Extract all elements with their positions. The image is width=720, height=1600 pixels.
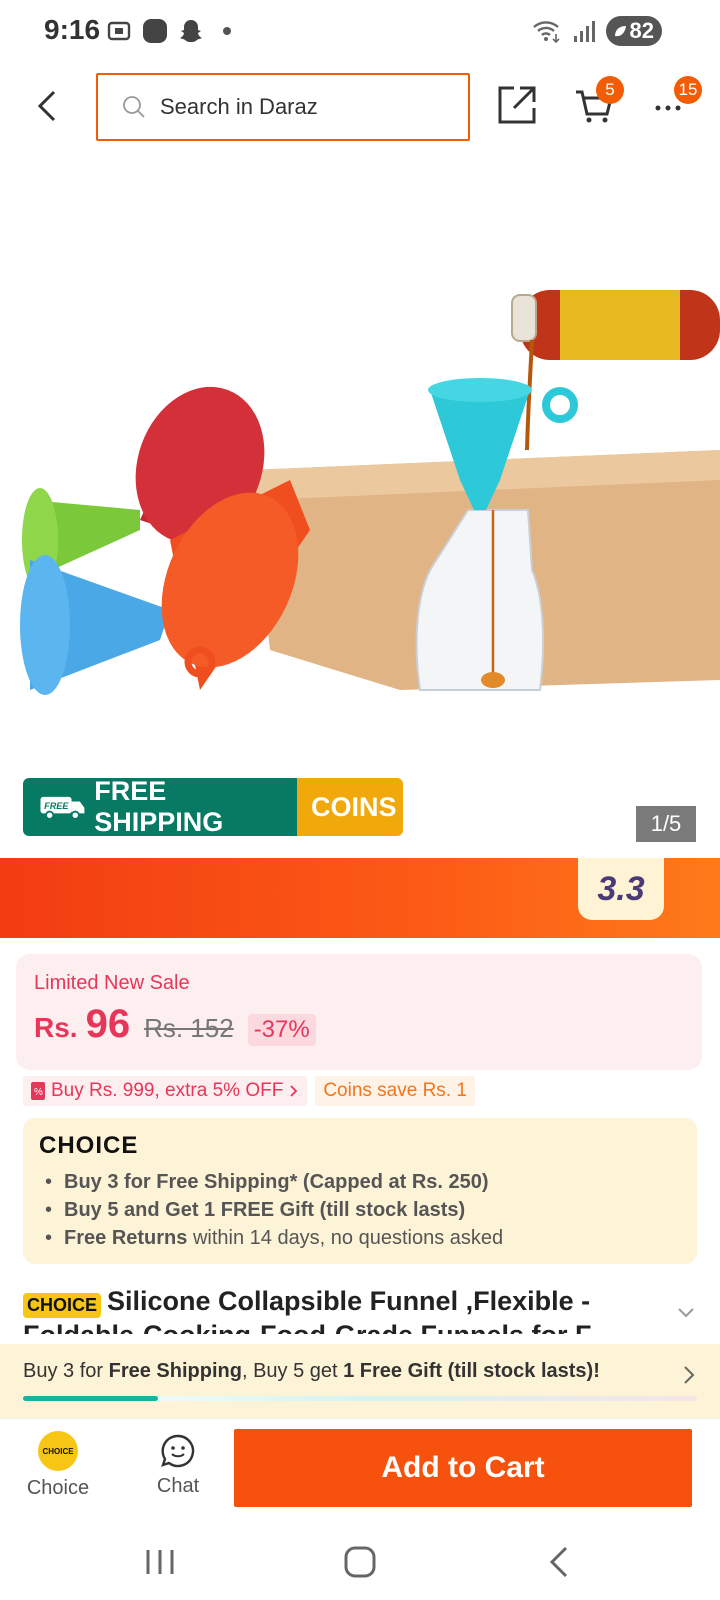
status-right: 82 xyxy=(532,16,662,46)
back-arrow-icon[interactable] xyxy=(32,86,64,126)
wifi-icon xyxy=(532,21,560,44)
product-photo xyxy=(20,290,720,695)
cart-button[interactable]: 5 xyxy=(574,76,624,126)
share-icon[interactable] xyxy=(496,84,538,126)
screenshot-icon xyxy=(107,21,131,41)
promo-tags: % Buy Rs. 999, extra 5% OFF Coins save R… xyxy=(23,1076,475,1106)
recent-apps-icon[interactable] xyxy=(140,1544,180,1580)
campaign-banner[interactable]: 3.3 xyxy=(0,858,720,938)
home-icon[interactable] xyxy=(340,1544,380,1580)
top-bar: Search in Daraz 5 15 xyxy=(0,64,720,150)
sale-label: Limited New Sale xyxy=(34,972,190,994)
search-icon xyxy=(123,96,145,118)
chevron-right-icon xyxy=(290,1085,298,1097)
status-bar: 9:16 82 xyxy=(0,0,720,64)
voucher-icon: % xyxy=(31,1082,45,1100)
chevron-right-icon xyxy=(684,1366,695,1384)
notification-icons xyxy=(106,18,240,44)
cart-count-badge: 5 xyxy=(596,76,624,104)
product-title-block[interactable]: CHOICE Silicone Collapsible Funnel ,Flexi… xyxy=(23,1284,663,1334)
delivery-truck-icon: FREE xyxy=(40,796,85,820)
original-price: Rs. 152 xyxy=(144,1013,234,1043)
product-image-gallery[interactable] xyxy=(0,150,720,856)
chat-button[interactable]: Chat xyxy=(140,1431,216,1498)
coins-label: COINS xyxy=(297,778,403,836)
discount-badge: -37% xyxy=(247,1014,316,1046)
more-count-badge: 15 xyxy=(674,76,702,104)
snapchat-icon xyxy=(180,20,202,42)
choice-benefit-item: Free Returns within 14 days, no question… xyxy=(45,1224,503,1252)
bundle-promo-text: Buy 3 for Free Shipping, Buy 5 get 1 Fre… xyxy=(23,1360,600,1382)
free-shipping-coins-banner: FREE FREE SHIPPING COINS xyxy=(23,778,403,836)
more-button[interactable]: 15 xyxy=(654,76,702,118)
chevron-down-icon[interactable] xyxy=(676,1306,696,1320)
choice-button[interactable]: CHOICE Choice xyxy=(20,1431,96,1500)
chat-icon xyxy=(161,1434,195,1468)
signal-icon xyxy=(573,21,595,42)
campaign-badge: 3.3 xyxy=(578,858,664,920)
price-card: Limited New Sale Rs. 96 Rs. 152 -37% xyxy=(16,954,702,1070)
system-nav-bar xyxy=(0,1524,720,1600)
image-pager: 1/5 xyxy=(636,806,696,842)
more-notifications-icon xyxy=(223,27,231,35)
svg-text:%: % xyxy=(34,1087,43,1098)
search-placeholder: Search in Daraz xyxy=(160,94,318,119)
sauce-bottle xyxy=(511,290,720,360)
free-shipping-text: FREE SHIPPING xyxy=(94,778,224,836)
battery-indicator: 82 xyxy=(605,16,662,46)
choice-label: Choice xyxy=(26,1477,90,1499)
current-price: 96 xyxy=(85,1002,131,1046)
app-notification-icon xyxy=(143,19,167,43)
search-input[interactable]: Search in Daraz xyxy=(96,73,470,141)
back-nav-icon[interactable] xyxy=(540,1544,580,1580)
choice-benefit-item: Buy 5 and Get 1 FREE Gift (till stock la… xyxy=(45,1196,503,1224)
price-row: Rs. 96 Rs. 152 -37% xyxy=(34,1002,316,1047)
bundle-progress-fill xyxy=(23,1396,158,1401)
choice-logo: CHOICE xyxy=(39,1132,139,1159)
battery-level: 82 xyxy=(629,18,654,43)
choice-chip: CHOICE xyxy=(23,1293,102,1319)
choice-icon: CHOICE xyxy=(38,1431,78,1471)
status-time: 9:16 xyxy=(44,14,101,45)
bottom-action-bar: CHOICE Choice Chat Add to Cart xyxy=(0,1418,720,1524)
add-to-cart-button[interactable]: Add to Cart xyxy=(234,1429,692,1507)
choice-benefit-list: Buy 3 for Free Shipping* (Capped at Rs. … xyxy=(45,1168,503,1252)
voucher-tag[interactable]: % Buy Rs. 999, extra 5% OFF xyxy=(23,1076,308,1106)
coins-save-tag: Coins save Rs. 1 xyxy=(315,1076,475,1106)
choice-benefits-box[interactable]: CHOICE Buy 3 for Free Shipping* (Capped … xyxy=(23,1118,697,1264)
bundle-promo-bar[interactable]: Buy 3 for Free Shipping, Buy 5 get 1 Fre… xyxy=(0,1344,720,1418)
free-tag: FREE xyxy=(44,801,69,811)
choice-benefit-item: Buy 3 for Free Shipping* (Capped at Rs. … xyxy=(45,1168,503,1196)
bundle-progress-track xyxy=(23,1396,697,1401)
battery-saver-icon xyxy=(614,26,626,37)
chat-label: Chat xyxy=(156,1475,200,1497)
price-currency: Rs. xyxy=(34,1012,78,1043)
product-title: Silicone Collapsible Funnel ,Flexible -F… xyxy=(23,1286,591,1334)
voucher-text: Buy Rs. 999, extra 5% OFF xyxy=(51,1080,284,1101)
free-shipping-label: FREE FREE SHIPPING xyxy=(23,778,297,836)
